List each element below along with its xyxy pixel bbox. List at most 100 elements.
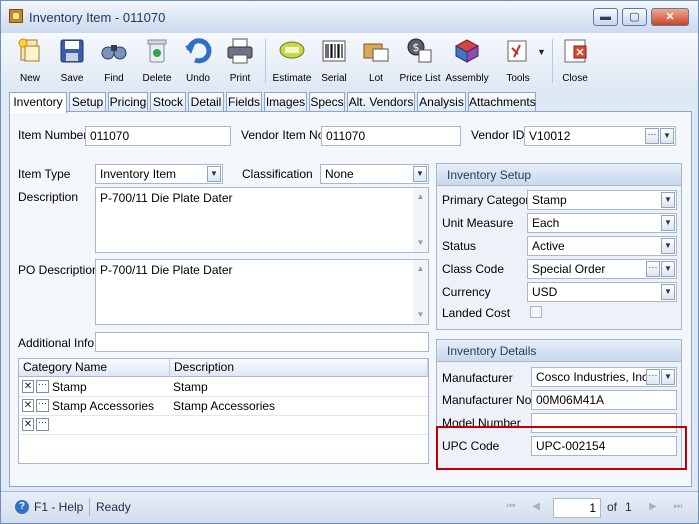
chevron-down-icon[interactable]: ▼ xyxy=(413,166,427,182)
scroll-up-icon[interactable]: ▲ xyxy=(413,190,428,204)
save-button[interactable]: Save xyxy=(49,35,95,87)
next-page-icon[interactable]: ▶ xyxy=(646,500,660,514)
po-description-scrollbar[interactable]: ▲ ▼ xyxy=(413,260,428,324)
undo-icon xyxy=(185,38,212,64)
status-text: Ready xyxy=(96,500,131,514)
tools-dropdown-arrow-icon[interactable]: ▼ xyxy=(537,47,546,57)
chevron-down-icon[interactable]: ▼ xyxy=(661,238,675,254)
vendor-item-no-label: Vendor Item No xyxy=(241,128,325,142)
tab-setup[interactable]: Setup xyxy=(69,92,106,112)
category-grid-header: Category Name Description xyxy=(19,359,428,377)
unit-measure-select[interactable]: Each ▼ xyxy=(527,213,677,233)
tab-pricing[interactable]: Pricing xyxy=(108,92,148,112)
manufacturer-no-label: Manufacturer No xyxy=(442,393,532,407)
class-code-field[interactable]: Special Order ··· ▼ xyxy=(527,259,677,279)
remove-row-icon[interactable]: ✕ xyxy=(22,418,34,431)
category-name-cell: Stamp Accessories xyxy=(52,399,155,413)
manufacturer-field[interactable]: Cosco Industries, Inc. ··· ▼ xyxy=(531,367,677,387)
print-icon xyxy=(227,38,253,64)
ellipsis-icon[interactable]: ··· xyxy=(36,380,49,393)
new-button[interactable]: New xyxy=(7,35,53,87)
title-bar[interactable]: Inventory Item - 011070 ▬ ▢ ✕ xyxy=(1,1,698,33)
class-code-label: Class Code xyxy=(442,262,505,276)
scroll-down-icon[interactable]: ▼ xyxy=(413,308,428,322)
find-button[interactable]: Find xyxy=(91,35,137,87)
ellipsis-icon[interactable]: ··· xyxy=(36,418,49,431)
description-field[interactable]: P-700/11 Die Plate Dater ▲ ▼ xyxy=(95,187,429,253)
tab-stock[interactable]: Stock xyxy=(150,92,186,112)
close-button[interactable]: Close xyxy=(552,35,598,87)
chevron-down-icon[interactable]: ▼ xyxy=(661,192,675,208)
print-button[interactable]: Print xyxy=(217,35,263,87)
ellipsis-icon[interactable]: ··· xyxy=(645,128,659,144)
vendor-id-value: V10012 xyxy=(529,129,571,143)
additional-info-field[interactable] xyxy=(95,332,429,352)
description-scrollbar[interactable]: ▲ ▼ xyxy=(413,188,428,252)
tab-images[interactable]: Images xyxy=(264,92,307,112)
window-title: Inventory Item - 011070 xyxy=(29,10,166,25)
chevron-down-icon[interactable]: ▼ xyxy=(661,284,675,300)
chevron-down-icon[interactable]: ▼ xyxy=(661,215,675,231)
tab-specs[interactable]: Specs xyxy=(309,92,345,112)
item-type-select[interactable]: Inventory Item ▼ xyxy=(95,164,223,184)
vendor-id-field[interactable]: V10012 ··· ▼ xyxy=(524,126,676,146)
remove-row-icon[interactable]: ✕ xyxy=(22,399,34,412)
tab-alt-vendors[interactable]: Alt. Vendors xyxy=(347,92,415,112)
new-row[interactable]: ✕ ··· xyxy=(19,416,428,435)
item-number-field[interactable]: 011070 xyxy=(85,126,231,146)
vendor-item-no-field[interactable]: 011070 xyxy=(321,126,461,146)
column-header-description[interactable]: Description xyxy=(170,359,428,377)
price-list-button[interactable]: $ Price List xyxy=(397,35,443,87)
tab-detail[interactable]: Detail xyxy=(188,92,224,112)
landed-cost-label: Landed Cost xyxy=(442,306,511,320)
status-select[interactable]: Active ▼ xyxy=(527,236,677,256)
serial-button[interactable]: Serial xyxy=(311,35,357,87)
chevron-down-icon[interactable]: ▼ xyxy=(207,166,221,182)
maximize-button[interactable]: ▢ xyxy=(622,8,647,26)
help-icon[interactable]: ? xyxy=(15,500,29,514)
unit-measure-label: Unit Measure xyxy=(442,216,514,230)
close-window-button[interactable]: ✕ xyxy=(651,8,689,26)
assembly-icon xyxy=(454,39,480,63)
primary-category-select[interactable]: Stamp ▼ xyxy=(527,190,677,210)
minimize-button[interactable]: ▬ xyxy=(593,8,618,26)
last-page-icon[interactable]: ⏭ xyxy=(671,500,685,514)
ellipsis-icon[interactable]: ··· xyxy=(36,399,49,412)
currency-label: Currency xyxy=(442,285,491,299)
classification-select[interactable]: None ▼ xyxy=(320,164,429,184)
ellipsis-icon[interactable]: ··· xyxy=(646,369,660,385)
remove-row-icon[interactable]: ✕ xyxy=(22,380,34,393)
previous-page-icon[interactable]: ◀ xyxy=(529,500,543,514)
help-label[interactable]: F1 - Help xyxy=(34,500,83,514)
table-row[interactable]: ✕ ··· Stamp Stamp xyxy=(19,378,428,397)
inventory-item-window: Inventory Item - 011070 ▬ ▢ ✕ New Save F… xyxy=(0,0,699,524)
first-page-icon[interactable]: ⏮ xyxy=(504,500,518,514)
tab-attachments[interactable]: Attachments xyxy=(468,92,536,112)
po-description-field[interactable]: P-700/11 Die Plate Dater ▲ ▼ xyxy=(95,259,429,325)
tab-analysis[interactable]: Analysis xyxy=(417,92,466,112)
manufacturer-no-field[interactable]: 00M06M41A xyxy=(531,390,677,410)
price-list-icon: $ xyxy=(407,38,432,63)
scroll-down-icon[interactable]: ▼ xyxy=(413,236,428,250)
delete-button[interactable]: Delete xyxy=(134,35,180,87)
assembly-button[interactable]: Assembly xyxy=(442,35,492,87)
chevron-down-icon[interactable]: ▼ xyxy=(661,369,675,385)
currency-select[interactable]: USD ▼ xyxy=(527,282,677,302)
table-row[interactable]: ✕ ··· Stamp Accessories Stamp Accessorie… xyxy=(19,397,428,416)
chevron-down-icon[interactable]: ▼ xyxy=(661,261,675,277)
tools-button[interactable]: Tools xyxy=(495,35,541,87)
column-header-category-name[interactable]: Category Name xyxy=(19,359,170,377)
ellipsis-icon[interactable]: ··· xyxy=(646,261,660,277)
landed-cost-checkbox[interactable] xyxy=(530,306,542,318)
estimate-button[interactable]: Estimate xyxy=(269,35,315,87)
lot-button[interactable]: Lot xyxy=(353,35,399,87)
tab-inventory[interactable]: Inventory xyxy=(9,92,67,113)
status-bar: ? F1 - Help Ready ⏮ ◀ 1 of 1 ▶ ⏭ xyxy=(1,491,698,523)
undo-button[interactable]: Undo xyxy=(175,35,221,87)
tab-fields[interactable]: Fields xyxy=(226,92,262,112)
scroll-up-icon[interactable]: ▲ xyxy=(413,262,428,276)
find-icon xyxy=(101,45,127,60)
chevron-down-icon[interactable]: ▼ xyxy=(660,128,674,144)
po-description-value: P-700/11 Die Plate Dater xyxy=(100,263,233,277)
page-number-field[interactable]: 1 xyxy=(553,498,601,518)
